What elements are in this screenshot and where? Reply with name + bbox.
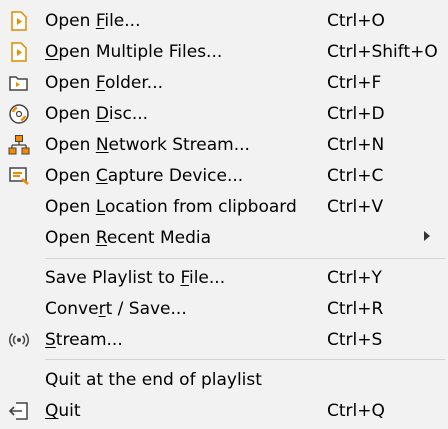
menu-item-open-network-stream[interactable]: Open Network Stream... Ctrl+N — [0, 129, 448, 160]
quit-icon — [8, 400, 30, 422]
menu-separator — [45, 258, 445, 259]
menu-item-quit-at-end-of-playlist[interactable]: Quit at the end of playlist — [0, 364, 448, 395]
menu-item-label: Open Disc... — [45, 104, 149, 124]
menu-item-label: Open Network Stream... — [45, 135, 250, 155]
menu-item-open-disc[interactable]: Open Disc... Ctrl+D — [0, 98, 448, 129]
menu-item-shortcut: Ctrl+Shift+O — [327, 42, 438, 62]
menu-item-shortcut: Ctrl+O — [327, 11, 385, 31]
menu-item-label: Quit — [45, 401, 81, 421]
disc-icon — [8, 103, 30, 125]
menu-item-shortcut: Ctrl+R — [327, 299, 384, 319]
menu-item-stream[interactable]: Stream... Ctrl+S — [0, 324, 448, 355]
stream-icon — [8, 329, 30, 351]
menu-item-open-folder[interactable]: Open Folder... Ctrl+F — [0, 67, 448, 98]
submenu-arrow-icon — [424, 231, 430, 241]
menu-item-open-file[interactable]: Open File... Ctrl+O — [0, 5, 448, 36]
menu-item-label: Open Capture Device... — [45, 166, 244, 186]
menu-item-label: Open Folder... — [45, 73, 164, 93]
menu-item-shortcut: Ctrl+Y — [327, 268, 382, 288]
folder-icon — [8, 72, 30, 94]
menu-item-label: Save Playlist to File... — [45, 268, 226, 288]
menu-item-label: Open Location from clipboard — [45, 197, 297, 217]
menu-item-label: Open Multiple Files... — [45, 42, 223, 62]
menu-item-shortcut: Ctrl+C — [327, 166, 384, 186]
menu-item-open-recent-media[interactable]: Open Recent Media — [0, 222, 448, 253]
files-media-icon — [8, 41, 30, 63]
menu-item-shortcut: Ctrl+N — [327, 135, 385, 155]
capture-device-icon — [8, 165, 30, 187]
media-menu: Open File... Ctrl+O Open Multiple Files.… — [0, 0, 448, 429]
menu-item-save-playlist-to-file[interactable]: Save Playlist to File... Ctrl+Y — [0, 262, 448, 293]
menu-item-label: Open Recent Media — [45, 228, 212, 248]
menu-item-label: Open File... — [45, 11, 141, 31]
menu-separator — [45, 359, 445, 360]
menu-item-shortcut: Ctrl+Q — [327, 401, 385, 421]
menu-item-label: Quit at the end of playlist — [45, 370, 262, 390]
menu-item-shortcut: Ctrl+V — [327, 197, 384, 217]
menu-item-shortcut: Ctrl+F — [327, 73, 382, 93]
menu-item-open-multiple-files[interactable]: Open Multiple Files... Ctrl+Shift+O — [0, 36, 448, 67]
menu-item-label: Convert / Save... — [45, 299, 187, 319]
menu-item-shortcut: Ctrl+D — [327, 104, 385, 124]
menu-item-shortcut: Ctrl+S — [327, 330, 383, 350]
menu-item-open-capture-device[interactable]: Open Capture Device... Ctrl+C — [0, 160, 448, 191]
network-icon — [8, 134, 30, 156]
menu-item-label: Stream... — [45, 330, 123, 350]
menu-item-open-location-from-clipboard[interactable]: Open Location from clipboard Ctrl+V — [0, 191, 448, 222]
file-media-icon — [8, 10, 30, 32]
menu-item-quit[interactable]: Quit Ctrl+Q — [0, 395, 448, 426]
menu-item-convert-save[interactable]: Convert / Save... Ctrl+R — [0, 293, 448, 324]
